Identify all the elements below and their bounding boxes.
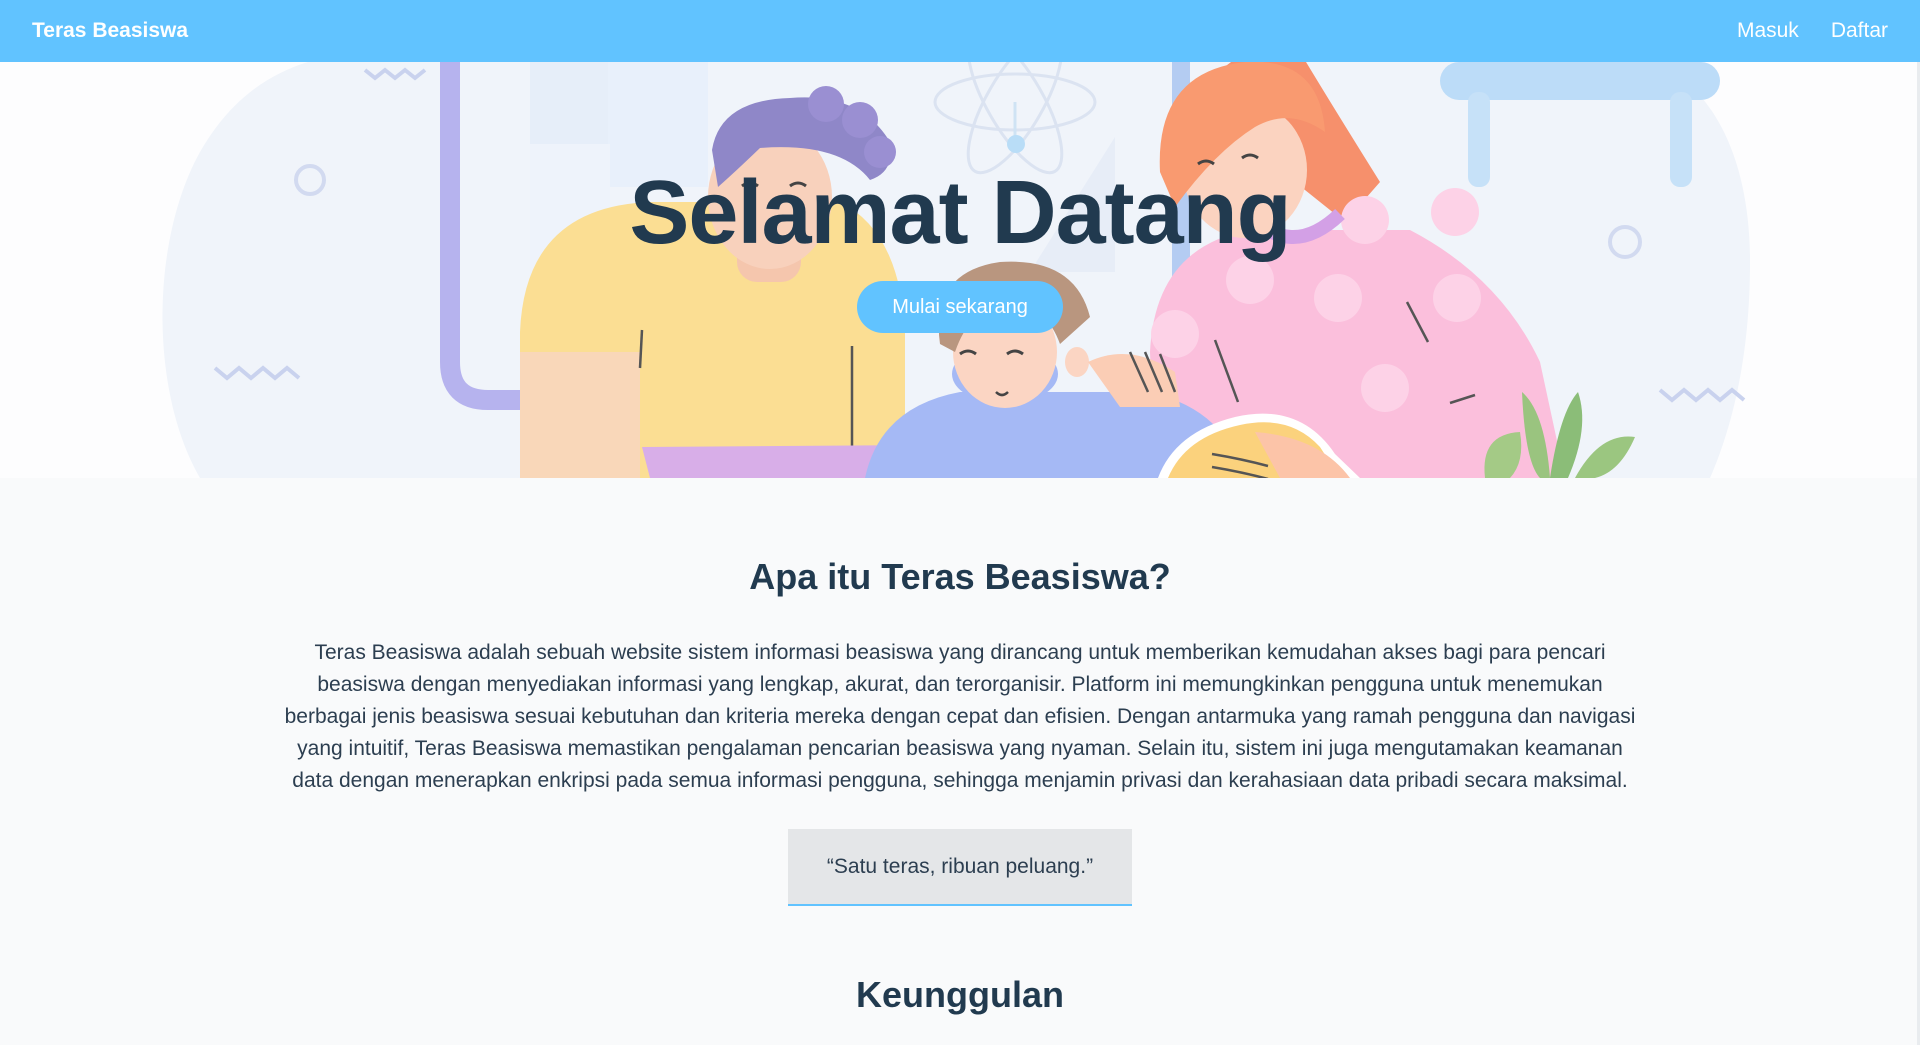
about-description: Teras Beasiswa adalah sebuah website sis… [284,641,1636,792]
hero-section: Selamat Datang Mulai sekarang [0,62,1920,478]
about-heading: Apa itu Teras Beasiswa? [749,556,1171,597]
landing-page: Teras Beasiswa Masuk Daftar Selamat Data… [0,0,1920,1045]
brand-logo-link[interactable]: Teras Beasiswa [32,19,188,43]
advantages-heading: Keunggulan [856,974,1064,1015]
family-studying-illustration [162,62,1750,478]
hero-title: Selamat Datang [629,163,1291,263]
tagline-text: “Satu teras, ribuan peluang.” [826,854,1094,878]
login-link[interactable]: Masuk [1737,19,1799,43]
get-started-button[interactable]: Mulai sekarang [857,281,1063,333]
register-link[interactable]: Daftar [1831,19,1888,43]
tagline-quote: “Satu teras, ribuan peluang.” [788,829,1132,906]
top-navbar: Teras Beasiswa Masuk Daftar [0,0,1920,62]
nav-links: Masuk Daftar [1737,19,1888,43]
